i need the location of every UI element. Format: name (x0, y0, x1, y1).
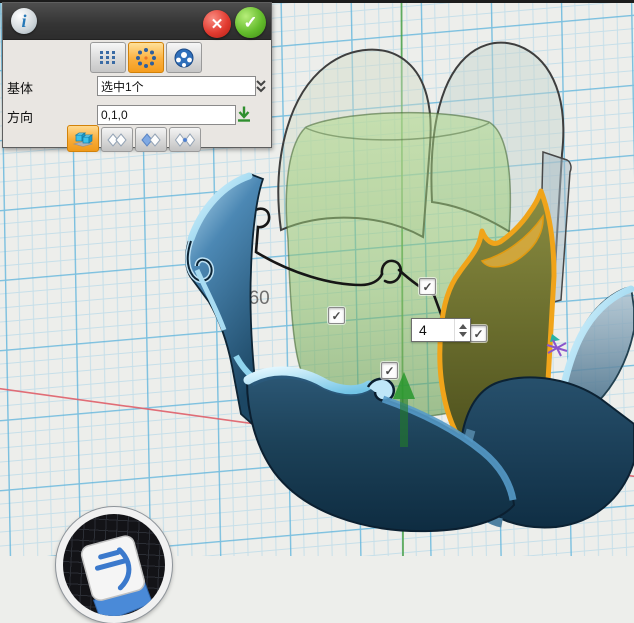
check-icon: ✓ (473, 328, 483, 340)
base-field-row: 基体 (3, 76, 271, 96)
circular-pattern-button[interactable] (128, 42, 164, 73)
check-icon: ✓ (331, 310, 341, 322)
check-icon: ✓ (422, 281, 432, 293)
instance-checkbox-4[interactable]: ✓ (381, 362, 398, 379)
pick-direction-arrow-icon[interactable] (235, 105, 253, 123)
option-2-button[interactable] (101, 127, 133, 152)
direction-field-row: 方向 (3, 105, 271, 125)
cancel-button[interactable]: ✕ (203, 10, 231, 38)
diamonds-center-dot-icon (174, 132, 196, 148)
pattern-dialog: i ✕ ✓ (2, 2, 272, 148)
base-selection-input[interactable] (97, 76, 256, 96)
circular-pattern-icon (135, 47, 157, 69)
cubes-solid-icon (72, 130, 94, 148)
confirm-check-icon: ✓ (243, 13, 257, 33)
option-3-button[interactable] (135, 127, 167, 152)
count-spinner (454, 319, 470, 341)
option-add-solid-button[interactable] (67, 125, 99, 152)
dialog-titlebar[interactable]: i ✕ ✓ (3, 3, 271, 40)
instance-checkbox-3[interactable]: ✓ (470, 325, 487, 342)
instance-checkbox-1[interactable]: ✓ (419, 278, 436, 295)
sphere-pattern-button[interactable] (166, 42, 202, 73)
close-icon: ✕ (211, 15, 224, 33)
info-glyph: i (21, 11, 26, 32)
pattern-count-value: 4 (412, 322, 454, 338)
instance-checkbox-2[interactable]: ✓ (328, 307, 345, 324)
cad-application-window: { "dialog": { "title_icon_glyph": "i", "… (0, 0, 634, 556)
pattern-count-input[interactable]: 4 (411, 318, 471, 342)
spinner-down-icon[interactable] (459, 332, 467, 337)
app-logo[interactable] (56, 507, 172, 623)
diamonds-white-icon (106, 132, 128, 148)
option-4-button[interactable] (169, 127, 201, 152)
sphere-pattern-icon (173, 47, 195, 69)
linear-pattern-icon (98, 49, 118, 67)
direction-field-label: 方向 (7, 107, 33, 126)
check-icon: ✓ (384, 365, 394, 377)
direction-input[interactable] (97, 105, 236, 125)
base-field-label: 基体 (7, 78, 33, 97)
diamond-blue-white-icon (140, 132, 162, 148)
pattern-type-toolbar (90, 42, 202, 73)
boolean-option-toolbar (67, 125, 201, 152)
info-icon: i (11, 8, 37, 34)
double-chevron-down-icon[interactable] (254, 78, 268, 94)
app-logo-cube-icon (63, 514, 165, 616)
spinner-up-icon[interactable] (459, 324, 467, 329)
confirm-button[interactable]: ✓ (235, 7, 266, 38)
linear-pattern-button[interactable] (90, 42, 126, 73)
app-logo-inner (63, 514, 165, 616)
